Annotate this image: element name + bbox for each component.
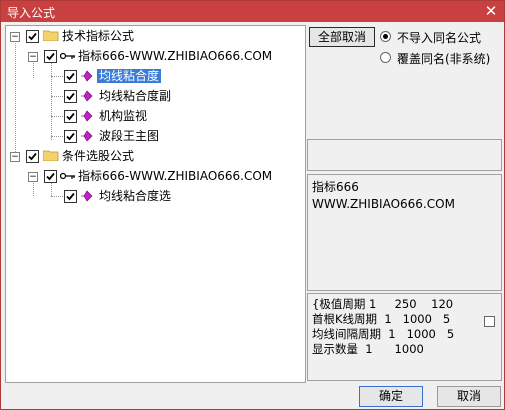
checkbox-checked[interactable]	[26, 30, 39, 43]
empty-info-box	[307, 139, 502, 171]
tree-node-indicator666[interactable]: − 指标666-WWW.ZHIBIAO666.COM	[6, 46, 296, 66]
checkbox-checked[interactable]	[26, 150, 39, 163]
tree-item-formula[interactable]: 均线粘合度选	[6, 186, 296, 206]
title-bar: 导入公式 ✕	[1, 1, 504, 22]
tree-label: 条件选股公式	[62, 149, 135, 163]
checkbox-checked[interactable]	[64, 110, 77, 123]
param-line: 首根K线周期 1 1000 5	[312, 312, 451, 326]
collapse-toggle[interactable]: −	[10, 152, 20, 162]
tree-item-formula[interactable]: 均线粘合度	[6, 66, 296, 86]
formula-gem-icon	[81, 190, 93, 202]
ok-button[interactable]: 确定	[359, 386, 423, 407]
folder-icon	[43, 150, 59, 161]
params-checkbox[interactable]	[484, 316, 495, 327]
checkbox-checked[interactable]	[64, 90, 77, 103]
radio-overwrite-duplicates[interactable]: 覆盖同名(非系统)	[380, 50, 502, 66]
formula-parameters: {极值周期 1 250 120 首根K线周期 1 1000 5 均线间隔周期 1…	[307, 293, 502, 381]
cancel-button[interactable]: 取消	[437, 386, 501, 407]
tree-label: 指标666-WWW.ZHIBIAO666.COM	[78, 49, 273, 63]
folder-icon	[43, 30, 59, 41]
formula-description: 指标666 WWW.ZHIBIAO666.COM	[307, 174, 502, 291]
key-icon	[60, 52, 75, 60]
formula-gem-icon	[81, 130, 93, 142]
description-line: 指标666	[312, 180, 359, 194]
tree-item-formula[interactable]: 均线粘合度副	[6, 86, 296, 106]
checkbox-checked[interactable]	[44, 50, 57, 63]
window-title: 导入公式	[7, 6, 56, 20]
tree-node-stock-screening[interactable]: − 条件选股公式	[6, 146, 296, 166]
tree-item-formula[interactable]: 机构监视	[6, 106, 296, 126]
collapse-toggle[interactable]: −	[10, 32, 20, 42]
checkbox-checked[interactable]	[64, 190, 77, 203]
param-line: 显示数量 1 1000	[312, 342, 424, 356]
radio-label: 覆盖同名(非系统)	[397, 52, 491, 66]
radio-skip-duplicates[interactable]: 不导入同名公式	[380, 29, 500, 45]
radio-unselected[interactable]	[380, 52, 391, 63]
tree-label-selected: 均线粘合度	[97, 69, 162, 83]
param-line: {极值周期 1 250 120	[312, 297, 454, 311]
deselect-all-button[interactable]: 全部取消	[309, 27, 375, 47]
tree-label: 均线粘合度选	[99, 189, 172, 203]
formula-gem-icon	[81, 110, 93, 122]
formula-gem-icon	[81, 90, 93, 102]
tree-node-technical-indicators[interactable]: − 技术指标公式	[6, 26, 296, 46]
close-button[interactable]: ✕	[482, 2, 500, 20]
checkbox-checked[interactable]	[44, 170, 57, 183]
formula-gem-icon	[81, 70, 93, 82]
tree-label: 指标666-WWW.ZHIBIAO666.COM	[78, 169, 273, 183]
checkbox-checked[interactable]	[64, 70, 77, 83]
import-formula-dialog: 导入公式 ✕ − 技术指标公式 − 指标666-WWW.ZHIBIAO666.C…	[0, 0, 505, 410]
param-line: 均线间隔周期 1 1000 5	[312, 327, 455, 341]
tree-label: 技术指标公式	[62, 29, 135, 43]
radio-label: 不导入同名公式	[397, 31, 482, 45]
tree-node-indicator666[interactable]: − 指标666-WWW.ZHIBIAO666.COM	[6, 166, 296, 186]
radio-selected[interactable]	[380, 31, 391, 42]
collapse-toggle[interactable]: −	[28, 52, 38, 62]
checkbox-checked[interactable]	[64, 130, 77, 143]
tree-label: 波段王主图	[99, 129, 160, 143]
description-line: WWW.ZHIBIAO666.COM	[312, 197, 455, 211]
tree-label: 均线粘合度副	[99, 89, 172, 103]
collapse-toggle[interactable]: −	[28, 172, 38, 182]
tree-label: 机构监视	[99, 109, 148, 123]
tree-item-formula[interactable]: 波段王主图	[6, 126, 296, 146]
formula-tree[interactable]: − 技术指标公式 − 指标666-WWW.ZHIBIAO666.COM 均线粘合…	[5, 25, 306, 383]
key-icon	[60, 172, 75, 180]
